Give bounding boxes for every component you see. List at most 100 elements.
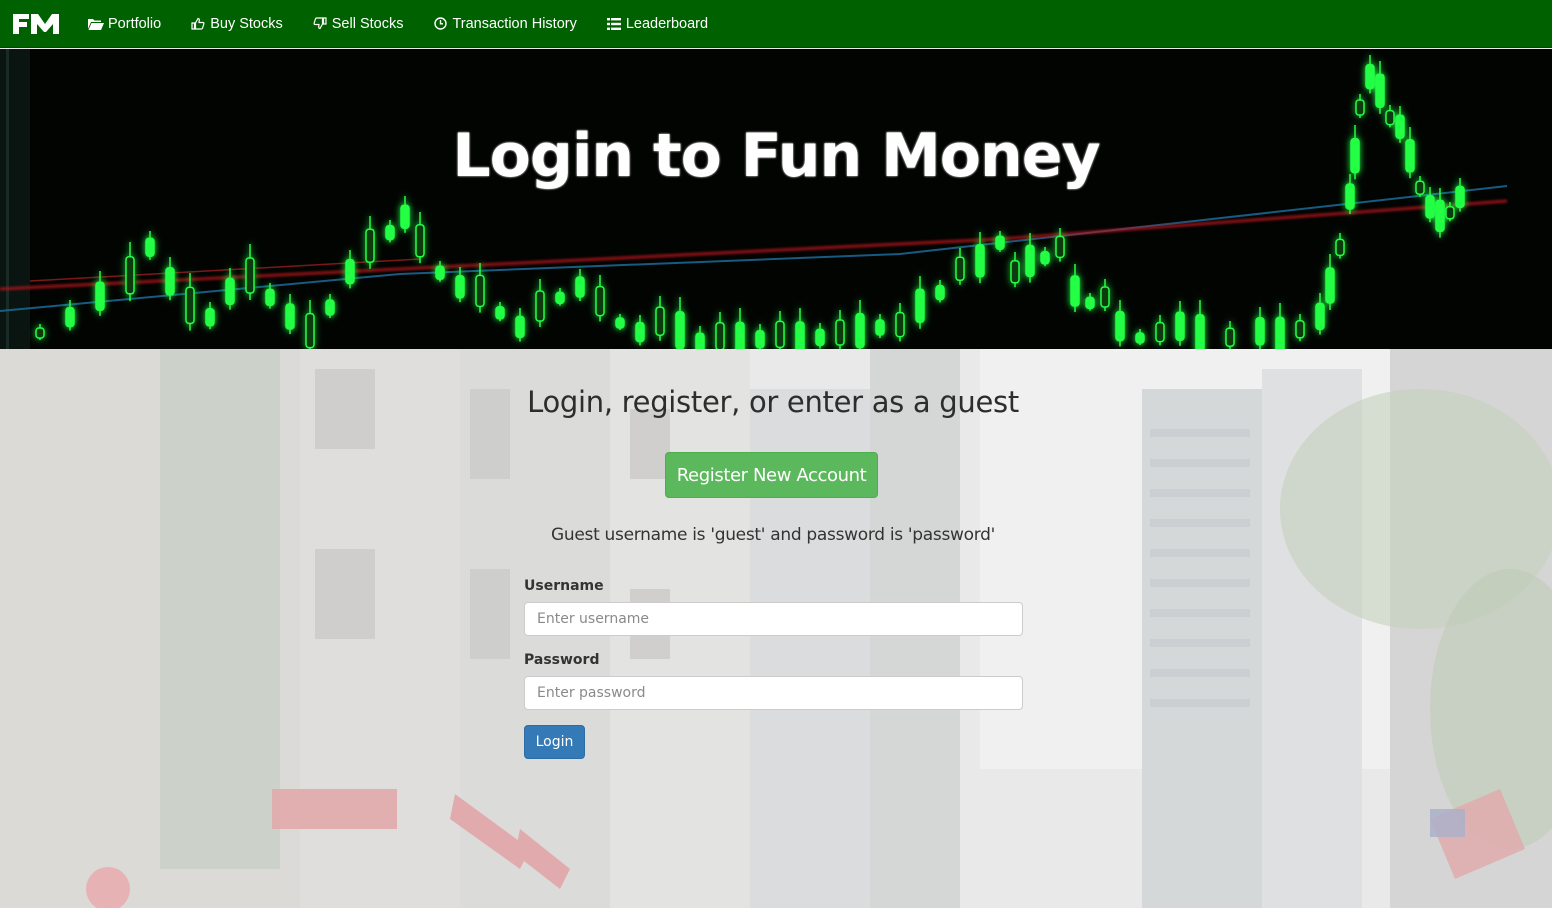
page-heading: Login, register, or enter as a guest [527, 385, 1019, 419]
candle-body [95, 281, 105, 311]
candle-body [1100, 286, 1110, 308]
candle-body [855, 312, 865, 349]
candle-body [285, 303, 295, 330]
candle-body [1115, 310, 1125, 342]
username-label: Username [524, 578, 604, 594]
candle-body [435, 265, 445, 280]
candle-body [35, 327, 45, 339]
nav-item-label: Portfolio [108, 15, 162, 32]
candle-body [1055, 235, 1065, 259]
clock-icon [432, 17, 448, 31]
candle-body [265, 288, 275, 307]
candle-body [345, 258, 355, 285]
login-button[interactable]: Login [524, 725, 585, 759]
candle-body [1085, 296, 1095, 310]
list-icon [606, 17, 622, 31]
candle-body [365, 228, 375, 263]
candle-body [1255, 317, 1265, 346]
candle-body [305, 312, 315, 349]
nav-item-portfolio[interactable]: Portfolio [88, 16, 161, 32]
candle-body [1295, 320, 1305, 339]
candle-body [675, 311, 685, 349]
candle-body [205, 308, 215, 327]
nav-item-sell-stocks[interactable]: Sell Stocks [312, 15, 404, 32]
username-input[interactable] [524, 602, 1023, 636]
candle-body [735, 321, 745, 349]
candle-body [1275, 316, 1285, 349]
candle-body [185, 286, 195, 325]
candle-body [1175, 311, 1185, 341]
candle-body [655, 306, 665, 336]
candle-body [835, 319, 845, 346]
nav-menu: Portfolio Buy Stocks Sell Stocks Transac… [88, 16, 737, 32]
candle-body [1365, 63, 1375, 90]
nav-item-label: Transaction History [452, 15, 577, 32]
nav-item-label: Buy Stocks [210, 15, 283, 32]
register-button[interactable]: Register New Account [665, 452, 878, 498]
nav-item-label: Leaderboard [625, 15, 709, 32]
candle-body [1225, 327, 1235, 347]
candle-body [995, 235, 1005, 250]
thumbs-up-icon [190, 17, 206, 31]
candle-body [535, 290, 545, 322]
candle-body [615, 317, 625, 329]
candle-body [1435, 199, 1445, 233]
nav-item-buy-stocks[interactable]: Buy Stocks [190, 16, 283, 32]
candle-body [225, 277, 235, 306]
brand-logo[interactable] [12, 11, 60, 37]
candle-body [895, 311, 905, 338]
candle-body [1315, 302, 1325, 331]
password-label: Password [524, 652, 600, 668]
candle-body [595, 285, 605, 317]
candle-body [1070, 275, 1080, 307]
candle-body [755, 330, 765, 349]
candle-body [455, 275, 465, 299]
nav-item-leaderboard[interactable]: Leaderboard [606, 16, 708, 32]
candle-body [1135, 332, 1145, 344]
candle-body [1010, 260, 1020, 284]
nav-item-transaction-history[interactable]: Transaction History [432, 15, 577, 32]
candle-body [145, 237, 155, 257]
guest-credentials-note: Guest username is 'guest' and password i… [551, 525, 995, 545]
candle-body [1025, 244, 1035, 278]
candle-body [875, 319, 885, 336]
candle-body [125, 256, 135, 295]
folder-open-icon [88, 17, 104, 31]
candle-body [1445, 206, 1455, 220]
top-navbar: Portfolio Buy Stocks Sell Stocks Transac… [0, 0, 1552, 48]
candle-body [935, 284, 945, 301]
password-input[interactable] [524, 676, 1023, 710]
hero-banner: Login to Fun Money [0, 49, 1552, 349]
candle-body [65, 306, 75, 328]
candle-body [955, 256, 965, 281]
candle-body [475, 274, 485, 308]
candle-body [795, 321, 805, 349]
candle-body [245, 257, 255, 294]
candle-body [415, 224, 425, 258]
candle-body [400, 204, 410, 229]
candle-body [575, 276, 585, 298]
candle-body [165, 267, 175, 296]
thumbs-down-icon [312, 17, 328, 31]
candle-body [515, 315, 525, 339]
candle-body [1195, 314, 1205, 349]
candle-body [1325, 267, 1335, 304]
candle-body [975, 244, 985, 278]
candle-body [635, 321, 645, 343]
candle-body [555, 291, 565, 305]
login-panel: Login, register, or enter as a guest Reg… [0, 349, 1552, 908]
candle-body [815, 328, 825, 347]
candle-body [385, 224, 395, 241]
candle-body [915, 288, 925, 323]
candle-body [1155, 321, 1165, 343]
candle-body [1375, 73, 1385, 108]
candle-body [1040, 251, 1050, 265]
candle-body [325, 299, 335, 316]
hero-title: Login to Fun Money [452, 121, 1100, 191]
candle-body [495, 306, 505, 320]
candle-body [775, 320, 785, 349]
nav-item-label: Sell Stocks [331, 15, 404, 32]
candle-body [695, 332, 705, 349]
candle-body [1335, 238, 1345, 257]
candle-body [715, 322, 725, 349]
